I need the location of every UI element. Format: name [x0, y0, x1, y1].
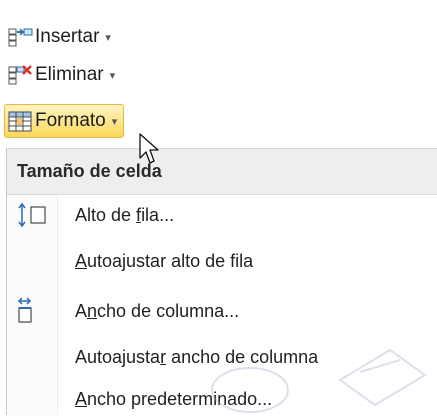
chevron-down-icon[interactable]: ▾ — [112, 115, 118, 128]
formato-dropdown-menu: Tamaño de celda Alto de fila... Autoajus… — [6, 148, 437, 415]
eliminar-button[interactable]: Eliminar ▾ — [4, 58, 122, 92]
menu-item-label: Autoajustar alto de fila — [75, 250, 254, 271]
formato-label: Formato — [35, 110, 106, 131]
column-width-icon — [15, 296, 51, 326]
chevron-down-icon[interactable]: ▾ — [105, 31, 111, 44]
menu-item-label: Ancho de columna... — [75, 300, 240, 321]
menu-item-label: Autoajustar ancho de columna — [75, 346, 319, 367]
formato-button[interactable]: Formato ▾ — [4, 104, 125, 138]
insertar-button[interactable]: Insertar ▾ — [4, 20, 118, 54]
format-cells-icon — [7, 109, 33, 133]
insertar-label: Insertar — [35, 26, 100, 47]
mouse-cursor-icon — [139, 133, 159, 164]
row-height-icon — [15, 200, 51, 230]
menu-item-ancho-de-columna[interactable]: Ancho de columna... — [7, 291, 437, 331]
menu-item-autoajustar-alto[interactable]: Autoajustar alto de fila — [7, 241, 437, 281]
menu-item-label: Alto de fila... — [75, 204, 175, 225]
menu-section-header: Tamaño de celda — [7, 149, 437, 195]
eliminar-label: Eliminar — [35, 64, 104, 85]
cells-ribbon-group: Insertar ▾ Eliminar ▾ Formato ▾ — [0, 0, 170, 145]
menu-item-ancho-predeterminado[interactable]: Ancho predeterminado... — [7, 379, 437, 419]
menu-item-label: Ancho predeterminado... — [75, 388, 273, 409]
insert-cells-icon — [7, 25, 33, 49]
menu-item-alto-de-fila[interactable]: Alto de fila... — [7, 195, 437, 235]
menu-item-autoajustar-ancho[interactable]: Autoajustar ancho de columna — [7, 337, 437, 377]
delete-cells-icon — [7, 63, 33, 87]
chevron-down-icon[interactable]: ▾ — [110, 69, 116, 82]
